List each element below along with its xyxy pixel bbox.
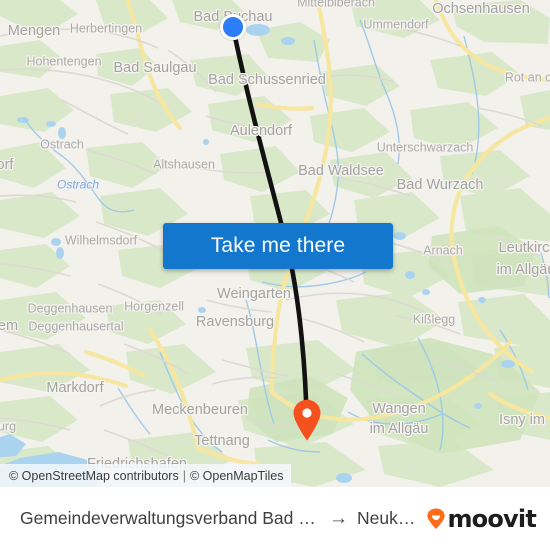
take-me-there-label: Take me there xyxy=(210,234,346,257)
map-attribution: © OpenStreetMap contributors | © OpenMap… xyxy=(0,464,292,487)
destination-pin-icon[interactable] xyxy=(292,399,322,441)
moovit-pin-icon xyxy=(426,508,446,530)
moovit-logo[interactable]: moovit xyxy=(426,504,537,533)
take-me-there-button[interactable]: Take me there xyxy=(163,223,393,269)
origin-marker[interactable] xyxy=(220,14,246,40)
trip-destination-label[interactable]: Neukir... xyxy=(357,508,417,529)
moovit-wordmark: moovit xyxy=(447,504,536,533)
attribution-separator: | xyxy=(182,468,186,483)
trip-arrow-icon: → xyxy=(329,508,348,529)
trip-origin-label[interactable]: Gemeindeverwaltungsverband Bad Buch... xyxy=(20,508,320,529)
moovit-trip-map-screen: Mengen Herbertingen Hohentengen Bad Saulgau… xyxy=(0,0,550,550)
map-canvas[interactable]: Mengen Herbertingen Hohentengen Bad Saulgau… xyxy=(0,0,550,487)
osm-attribution-link[interactable]: © OpenStreetMap contributors xyxy=(9,469,179,483)
openmaptiles-attribution-link[interactable]: © OpenMapTiles xyxy=(190,469,284,483)
trip-summary-bar: Gemeindeverwaltungsverband Bad Buch... →… xyxy=(0,487,550,550)
